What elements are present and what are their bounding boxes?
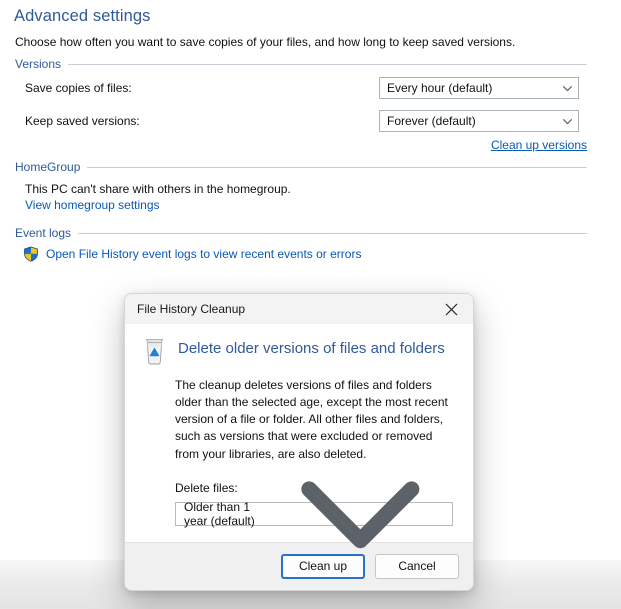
keep-versions-value: Forever (default): [387, 114, 476, 128]
dialog-body: Delete older versions of files and folde…: [125, 324, 473, 549]
file-history-cleanup-dialog: File History Cleanup Delete older versio…: [124, 293, 474, 591]
close-button[interactable]: [429, 294, 473, 324]
group-header-versions: Versions: [15, 57, 587, 71]
cancel-button[interactable]: Cancel: [375, 553, 459, 579]
dialog-titlebar[interactable]: File History Cleanup: [125, 294, 473, 324]
dialog-header-row: Delete older versions of files and folde…: [141, 336, 455, 365]
save-copies-value: Every hour (default): [387, 81, 493, 95]
group-header-homegroup: HomeGroup: [15, 160, 587, 174]
delete-files-value: Older than 1 year (default): [184, 499, 255, 528]
dialog-heading: Delete older versions of files and folde…: [178, 340, 445, 357]
page-title: Advanced settings: [14, 7, 151, 25]
shield-icon: [24, 246, 38, 262]
delete-files-combobox[interactable]: Older than 1 year (default): [175, 481, 453, 549]
recycle-bin-icon: [145, 339, 164, 365]
chevron-down-icon: [563, 85, 572, 91]
save-copies-label: Save copies of files:: [25, 81, 132, 95]
open-event-logs-link[interactable]: Open File History event logs to view rec…: [46, 247, 361, 261]
clean-up-versions-link[interactable]: Clean up versions: [491, 138, 587, 152]
view-homegroup-settings-link[interactable]: View homegroup settings: [25, 198, 160, 212]
chevron-down-icon: [563, 118, 572, 124]
group-label-event-logs: Event logs: [15, 226, 72, 240]
group-label-homegroup: HomeGroup: [15, 160, 81, 174]
group-rule: [78, 232, 587, 234]
keep-versions-label: Keep saved versions:: [25, 114, 140, 128]
page-subtitle: Choose how often you want to save copies…: [15, 35, 516, 49]
close-icon: [445, 303, 457, 315]
group-header-event-logs: Event logs: [15, 226, 587, 240]
homegroup-status-text: This PC can't share with others in the h…: [25, 182, 291, 196]
clean-up-button[interactable]: Clean up: [281, 553, 365, 579]
save-copies-combobox[interactable]: Every hour (default): [379, 77, 579, 99]
group-rule: [68, 63, 587, 65]
keep-versions-combobox[interactable]: Forever (default): [379, 110, 579, 132]
group-label-versions: Versions: [15, 57, 62, 71]
open-event-logs-row[interactable]: Open File History event logs to view rec…: [23, 246, 361, 262]
dialog-title: File History Cleanup: [137, 302, 246, 316]
group-rule: [87, 166, 587, 168]
